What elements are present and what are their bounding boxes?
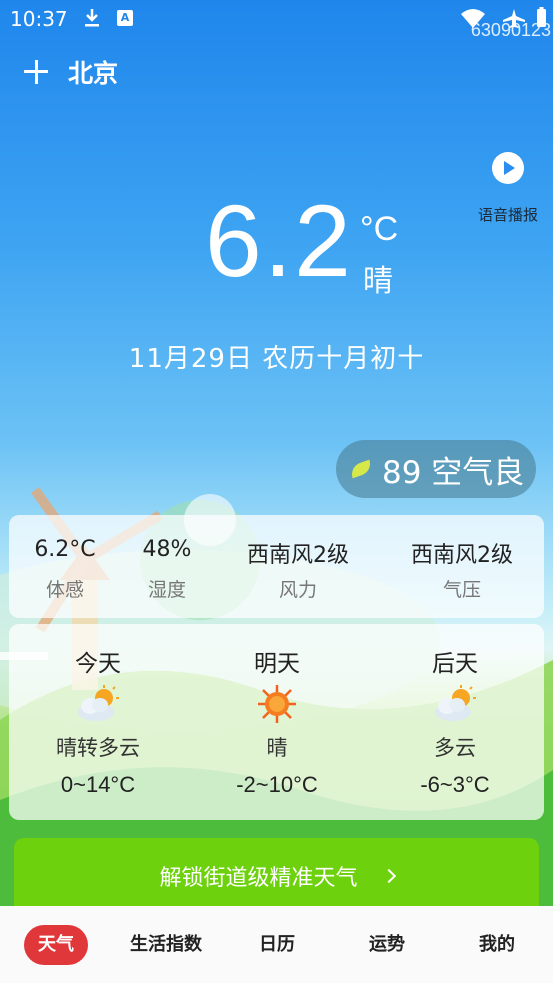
- forecast-temp: 0~14°C: [60, 772, 136, 797]
- tab-fortune[interactable]: 运势: [358, 925, 416, 965]
- play-icon: [492, 152, 524, 184]
- forecast-day-name: 后天: [432, 651, 478, 677]
- forecast-card: 今天 晴转多云 0~14°C 明天 晴 -2~10°C 后天 多云 -6~3°C: [9, 624, 544, 820]
- forecast-condition: 多云: [434, 736, 476, 760]
- stat-value: 西南风2级: [247, 543, 349, 568]
- forecast-temp: -2~10°C: [236, 772, 318, 797]
- stat-value: 6.2°C: [34, 537, 96, 562]
- tab-life-index[interactable]: 生活指数: [120, 925, 212, 965]
- bottom-tab-bar: 天气 生活指数 日历 运势 我的: [0, 906, 553, 983]
- status-bar: 10:37 A 63090123: [0, 0, 553, 40]
- status-time: 10:37: [10, 7, 68, 31]
- stat-label: 湿度: [147, 579, 186, 601]
- temperature-unit: °C: [360, 210, 399, 248]
- unlock-banner-text: 解锁街道级精准天气: [159, 866, 358, 891]
- stat-label: 气压: [442, 579, 481, 601]
- tab-mine[interactable]: 我的: [468, 925, 526, 965]
- city-name[interactable]: 北京: [68, 54, 118, 90]
- chevron-right-icon: [381, 868, 396, 884]
- download-icon: [85, 9, 99, 27]
- unlock-street-weather-button[interactable]: 解锁街道级精准天气: [14, 838, 539, 914]
- forecast-day-name: 明天: [254, 651, 300, 677]
- forecast-day-name: 今天: [75, 651, 121, 677]
- voice-broadcast-label: 语音播报: [477, 206, 538, 224]
- voice-broadcast-button[interactable]: 语音播报: [474, 152, 542, 225]
- app-notification-icon: A: [117, 10, 133, 26]
- sunny-icon: [258, 685, 296, 723]
- stat-value: 西南风2级: [411, 543, 513, 568]
- leaf-icon: [348, 459, 374, 479]
- tab-weather[interactable]: 天气: [24, 925, 88, 965]
- current-condition: 晴: [363, 264, 393, 299]
- device-id: 63090123: [470, 20, 551, 40]
- top-bar: 北京: [22, 55, 118, 89]
- partly-cloudy-icon: [78, 685, 119, 721]
- weather-stats-card: 6.2°C 体感 48% 湿度 西南风2级 风力 西南风2级 气压: [9, 515, 544, 618]
- air-quality-text: 89 空气良: [382, 454, 525, 491]
- date-lunar-line: 11月29日 农历十月初十: [128, 344, 425, 374]
- stat-label: 体感: [45, 579, 84, 601]
- add-city-button[interactable]: [22, 58, 50, 86]
- tab-calendar[interactable]: 日历: [248, 925, 306, 965]
- partly-cloudy-icon: [435, 685, 476, 721]
- stat-label: 风力: [278, 579, 317, 601]
- forecast-condition: 晴: [266, 736, 288, 760]
- air-quality-badge[interactable]: 89 空气良: [336, 440, 536, 498]
- forecast-condition: 晴转多云: [56, 736, 140, 760]
- stat-value: 48%: [142, 537, 192, 562]
- current-temperature: 6.2: [205, 184, 353, 298]
- forecast-temp: -6~3°C: [420, 772, 490, 797]
